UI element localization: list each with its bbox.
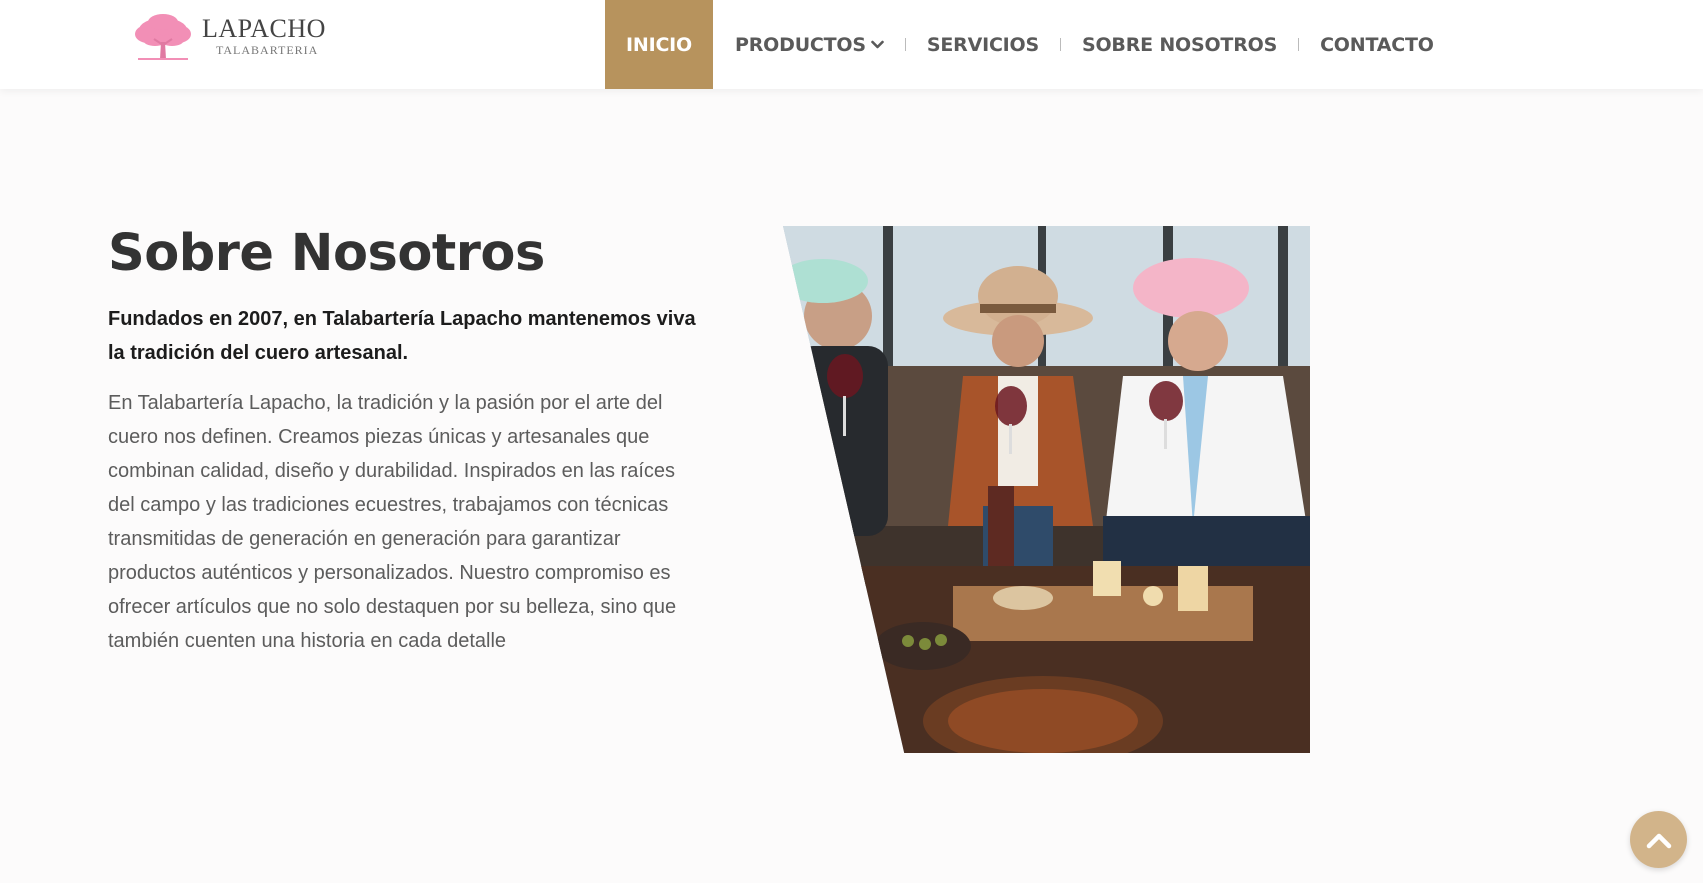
about-photo bbox=[783, 226, 1310, 753]
pink-tree-icon bbox=[135, 14, 191, 60]
nav-item-label: CONTACTO bbox=[1320, 33, 1434, 56]
brand-logo[interactable]: LAPACHO TALABARTERIA bbox=[130, 12, 330, 62]
section-body: En Talabartería Lapacho, la tradición y … bbox=[108, 392, 677, 652]
nav-divider bbox=[1060, 38, 1061, 51]
nav-divider bbox=[1298, 38, 1300, 51]
brand-name: LAPACHO bbox=[202, 14, 326, 43]
scroll-to-top-button[interactable] bbox=[1630, 811, 1687, 868]
nav-item-label: SERVICIOS bbox=[926, 33, 1039, 56]
nav-item-contacto[interactable]: CONTACTO bbox=[1320, 0, 1434, 89]
chevron-up-icon bbox=[1646, 833, 1671, 848]
nav-item-sobre-nosotros[interactable]: SOBRE NOSOTROS bbox=[1082, 0, 1277, 89]
nav-item-label: INICIO bbox=[626, 33, 693, 56]
site-header: LAPACHO TALABARTERIA INICIO PRODUCTOS SE… bbox=[0, 0, 1703, 89]
chevron-down-icon bbox=[871, 40, 884, 48]
brand-subtitle: TALABARTERIA bbox=[216, 43, 319, 57]
section-lead: Fundados en 2007, en Talabartería Lapach… bbox=[108, 308, 696, 364]
nav-item-productos[interactable]: PRODUCTOS bbox=[735, 0, 884, 89]
main-nav: INICIO PRODUCTOS SERVICIOS SOBRE NOSOTRO… bbox=[605, 0, 1434, 89]
nav-divider bbox=[904, 38, 906, 51]
people-toasting-photo bbox=[783, 226, 1310, 753]
nav-item-label: SOBRE NOSOTROS bbox=[1082, 33, 1278, 56]
nav-item-inicio[interactable]: INICIO bbox=[605, 0, 714, 89]
section-title: Sobre Nosotros bbox=[108, 224, 545, 283]
nav-item-label: PRODUCTOS bbox=[735, 33, 866, 56]
nav-item-servicios[interactable]: SERVICIOS bbox=[927, 0, 1039, 89]
